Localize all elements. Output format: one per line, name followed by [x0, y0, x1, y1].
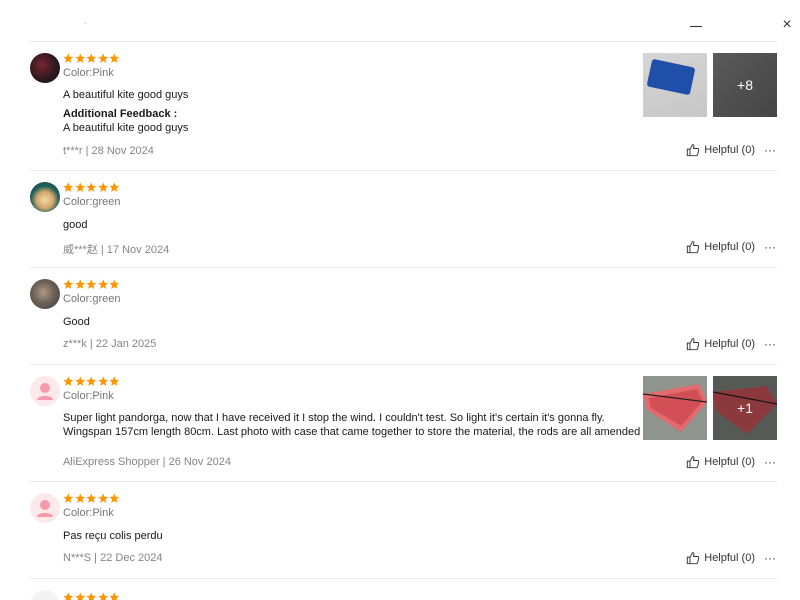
review-item: Color:Pink Super light pandorga, now tha… — [30, 365, 777, 482]
helpful-label: Helpful (0) — [704, 241, 755, 253]
star-icon — [63, 279, 74, 290]
star-icon — [63, 592, 74, 600]
star-icon — [109, 592, 120, 600]
scrolled-fragment — [690, 18, 702, 27]
star-icon — [86, 592, 97, 600]
star-icon — [74, 376, 86, 387]
review-text: A beautiful kite good guys — [63, 89, 189, 101]
thumbs-up-icon — [686, 337, 700, 351]
review-photo[interactable] — [643, 376, 707, 440]
star-icon — [63, 376, 74, 387]
more-options-icon[interactable]: ··· — [763, 338, 777, 350]
helpful-button[interactable]: Helpful (0) — [686, 337, 755, 351]
star-icon — [97, 182, 109, 193]
review-photo[interactable] — [643, 53, 707, 117]
star-icon — [63, 182, 74, 193]
star-icon — [74, 592, 86, 600]
star-icon — [74, 53, 86, 64]
thumbs-up-icon — [686, 240, 700, 254]
kite-photo-icon — [643, 376, 707, 440]
avatar-partial — [30, 590, 60, 600]
color-variant: Color:Pink — [63, 390, 114, 402]
more-options-icon[interactable]: ··· — [763, 456, 777, 468]
review-meta: 威***赵 | 17 Nov 2024 — [63, 244, 170, 256]
star-rating — [63, 182, 120, 194]
star-icon — [109, 376, 120, 387]
avatar — [30, 182, 60, 212]
helpful-label: Helpful (0) — [704, 144, 755, 156]
star-rating — [63, 53, 120, 65]
star-icon — [86, 182, 97, 193]
star-icon — [97, 493, 109, 504]
review-photo-more[interactable]: +1 — [713, 376, 777, 440]
review-text-line-1: Super light pandorga, now that I have re… — [63, 412, 605, 424]
photo-content — [646, 58, 696, 96]
more-photos-count: +8 — [713, 53, 777, 117]
star-icon — [97, 592, 109, 600]
review-item: Color:Pink Pas reçu colis perdu N***S | … — [30, 482, 777, 579]
review-meta: z***k | 22 Jan 2025 — [63, 338, 157, 350]
helpful-button[interactable]: Helpful (0) — [686, 455, 755, 469]
helpful-label: Helpful (0) — [704, 552, 755, 564]
star-icon — [97, 53, 109, 64]
review-meta: AliExpress Shopper | 26 Nov 2024 — [63, 456, 231, 468]
review-photo-more[interactable]: +8 — [713, 53, 777, 117]
review-item: Color:green Good z***k | 22 Jan 2025 Hel… — [30, 268, 777, 365]
review-item: Color:Pink A beautiful kite good guys Ad… — [30, 42, 777, 171]
star-icon — [74, 182, 86, 193]
more-options-icon[interactable]: ··· — [763, 144, 777, 156]
star-icon — [109, 182, 120, 193]
more-options-icon[interactable]: ··· — [763, 552, 777, 564]
star-icon — [74, 279, 86, 290]
helpful-label: Helpful (0) — [704, 456, 755, 468]
color-variant: Color:green — [63, 196, 121, 208]
star-icon — [74, 493, 86, 504]
default-user-icon — [37, 500, 53, 517]
avatar — [30, 53, 60, 83]
color-variant: Color:Pink — [63, 507, 114, 519]
star-rating — [63, 279, 120, 291]
thumbs-up-icon — [686, 143, 700, 157]
star-icon — [97, 376, 109, 387]
additional-feedback-text: A beautiful kite good guys — [63, 122, 189, 134]
scrolled-fragment: · — [84, 18, 87, 28]
star-icon — [86, 493, 97, 504]
review-meta: t***r | 28 Nov 2024 — [63, 145, 154, 157]
star-icon — [86, 376, 97, 387]
star-rating — [63, 493, 120, 505]
thumbs-up-icon — [686, 551, 700, 565]
star-rating — [63, 376, 120, 388]
helpful-button[interactable]: Helpful (0) — [686, 240, 755, 254]
close-icon[interactable]: × — [778, 16, 796, 34]
review-item: Color:green good 威***赵 | 17 Nov 2024 Hel… — [30, 171, 777, 268]
star-icon — [63, 53, 74, 64]
more-photos-count: +1 — [713, 376, 777, 440]
helpful-button[interactable]: Helpful (0) — [686, 551, 755, 565]
star-icon — [109, 493, 120, 504]
more-options-icon[interactable]: ··· — [763, 241, 777, 253]
additional-feedback-label: Additional Feedback : — [63, 108, 178, 120]
avatar — [30, 279, 60, 309]
star-icon — [63, 493, 74, 504]
star-icon — [109, 53, 120, 64]
default-user-icon — [37, 383, 53, 400]
star-icon — [86, 279, 97, 290]
color-variant: Color:green — [63, 293, 121, 305]
color-variant: Color:Pink — [63, 67, 114, 79]
review-text: good — [63, 219, 88, 231]
helpful-button[interactable]: Helpful (0) — [686, 143, 755, 157]
review-text: Good — [63, 316, 90, 328]
thumbs-up-icon — [686, 455, 700, 469]
helpful-label: Helpful (0) — [704, 338, 755, 350]
star-icon — [97, 279, 109, 290]
avatar — [30, 493, 60, 523]
star-rating-partial — [63, 592, 120, 600]
review-meta: N***S | 22 Dec 2024 — [63, 552, 163, 564]
review-text: Pas reçu colis perdu — [63, 530, 163, 542]
star-icon — [86, 53, 97, 64]
avatar — [30, 376, 60, 406]
review-text-line-2: Wingspan 157cm length 80cm. Last photo w… — [63, 426, 641, 438]
star-icon — [109, 279, 120, 290]
